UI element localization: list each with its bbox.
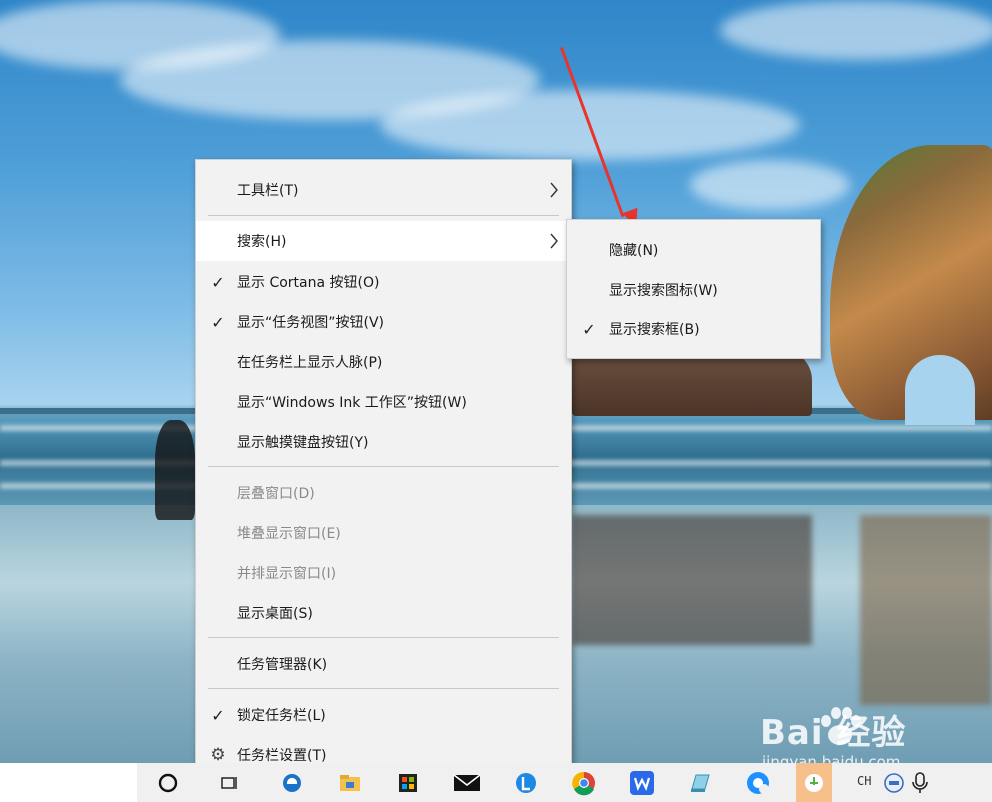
submenu-item-show-search-box[interactable]: ✓ 显示搜索框(B) <box>567 309 820 349</box>
rock-formation <box>572 350 812 416</box>
paw-icon <box>821 707 861 745</box>
menu-item-label: 显示 Cortana 按钮(O) <box>237 275 380 291</box>
menu-item-search[interactable]: 搜索(H) <box>196 221 571 261</box>
menu-item-label: 显示桌面(S) <box>237 606 313 622</box>
checkmark-icon: ✓ <box>582 319 596 339</box>
menu-item-label: 搜索(H) <box>237 234 287 250</box>
menu-item-label: 锁定任务栏(L) <box>237 708 326 724</box>
menu-item-label: 显示触摸键盘按钮(Y) <box>237 435 369 451</box>
microsoft-store-icon[interactable] <box>394 769 422 797</box>
menu-separator <box>208 466 559 467</box>
menu-item-show-windows-ink[interactable]: 显示“Windows Ink 工作区”按钮(W) <box>196 382 571 422</box>
checkmark-icon: ✓ <box>211 705 225 725</box>
menu-item-show-task-view[interactable]: ✓ 显示“任务视图”按钮(V) <box>196 302 571 342</box>
rock-reflection <box>572 515 812 645</box>
menu-separator <box>208 688 559 689</box>
menu-separator <box>208 215 559 216</box>
browser-icon-blue[interactable] <box>744 769 772 797</box>
baidu-watermark: Bai 经验 jingyan.baidu.com <box>760 705 980 771</box>
menu-item-show-desktop[interactable]: 显示桌面(S) <box>196 593 571 633</box>
taskbar-start-area <box>0 763 137 802</box>
menu-item-label: 显示“Windows Ink 工作区”按钮(W) <box>237 395 467 411</box>
checkmark-icon: ✓ <box>211 272 225 292</box>
cloud <box>720 0 992 60</box>
menu-separator <box>208 637 559 638</box>
menu-item-label: 工具栏(T) <box>237 183 299 199</box>
cloud <box>690 160 850 210</box>
menu-item-stack-windows: 堆叠显示窗口(E) <box>196 513 571 553</box>
app-icon-blue[interactable] <box>512 769 540 797</box>
notepad-icon[interactable] <box>686 769 714 797</box>
search-submenu: 隐藏(N) 显示搜索图标(W) ✓ 显示搜索框(B) <box>566 219 821 359</box>
file-explorer-icon[interactable] <box>336 769 364 797</box>
menu-item-toolbars[interactable]: 工具栏(T) <box>196 170 571 210</box>
task-view-icon[interactable] <box>215 769 243 797</box>
wps-office-icon[interactable] <box>628 769 656 797</box>
menu-item-label: 在任务栏上显示人脉(P) <box>237 355 383 371</box>
menu-item-lock-taskbar[interactable]: ✓ 锁定任务栏(L) <box>196 695 571 735</box>
rock-reflection <box>860 515 992 705</box>
submenu-item-hide[interactable]: 隐藏(N) <box>567 230 820 270</box>
active-app-icon[interactable] <box>796 763 832 802</box>
ime-icon[interactable] <box>880 769 908 797</box>
chrome-browser-icon[interactable] <box>570 769 598 797</box>
menu-item-label: 任务栏设置(T) <box>237 748 327 764</box>
menu-item-label: 堆叠显示窗口(E) <box>237 526 341 542</box>
cortana-icon[interactable] <box>154 769 182 797</box>
input-language-indicator[interactable]: CH <box>857 774 871 788</box>
submenu-item-label: 显示搜索框(B) <box>609 322 700 338</box>
taskbar-context-menu: 工具栏(T) 搜索(H) ✓ 显示 Cortana 按钮(O) ✓ 显示“任务视… <box>195 159 572 773</box>
chevron-right-icon <box>549 221 559 261</box>
submenu-item-show-search-icon[interactable]: 显示搜索图标(W) <box>567 270 820 310</box>
menu-item-task-manager[interactable]: 任务管理器(K) <box>196 644 571 684</box>
menu-item-label: 显示“任务视图”按钮(V) <box>237 315 385 331</box>
menu-item-side-by-side-windows: 并排显示窗口(I) <box>196 553 571 593</box>
arch-opening <box>905 355 975 425</box>
menu-item-show-touch-keyboard[interactable]: 显示触摸键盘按钮(Y) <box>196 422 571 462</box>
submenu-item-label: 隐藏(N) <box>609 243 659 259</box>
checkmark-icon: ✓ <box>211 312 225 332</box>
taskbar: CH <box>0 763 992 802</box>
menu-item-cascade-windows: 层叠窗口(D) <box>196 473 571 513</box>
menu-item-label: 任务管理器(K) <box>237 657 328 673</box>
menu-item-show-people[interactable]: 在任务栏上显示人脉(P) <box>196 342 571 382</box>
mail-app-icon[interactable] <box>453 769 481 797</box>
submenu-item-label: 显示搜索图标(W) <box>609 283 718 299</box>
chevron-right-icon <box>549 170 559 210</box>
runner-silhouette <box>155 420 195 520</box>
menu-item-label: 并排显示窗口(I) <box>237 566 337 582</box>
menu-item-label: 层叠窗口(D) <box>237 486 315 502</box>
menu-item-show-cortana[interactable]: ✓ 显示 Cortana 按钮(O) <box>196 262 571 302</box>
microphone-icon[interactable] <box>906 769 934 797</box>
edge-browser-icon[interactable] <box>278 769 306 797</box>
